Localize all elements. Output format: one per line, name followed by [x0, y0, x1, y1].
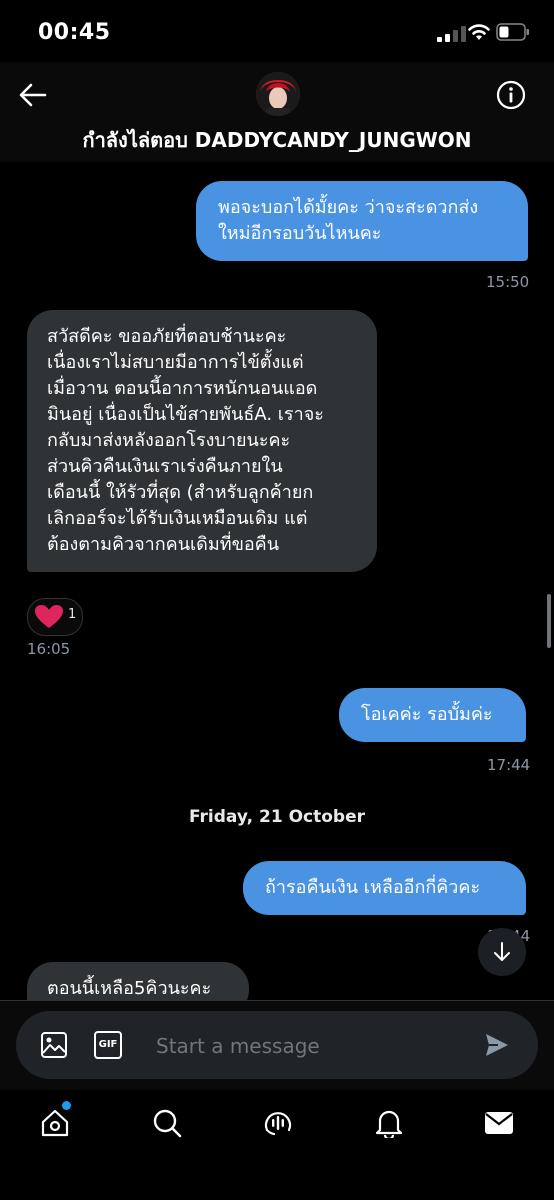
spaces-icon[interactable] [263, 1108, 293, 1138]
notification-dot [62, 1101, 71, 1110]
search-icon[interactable] [152, 1108, 182, 1138]
reaction-count: 1 [68, 607, 77, 622]
reaction-badge[interactable]: 1 [27, 598, 83, 636]
back-arrow-icon[interactable] [18, 82, 48, 108]
arrow-down-icon [494, 942, 510, 961]
composer-bar: GIF [0, 1000, 554, 1091]
message-bubble-sent[interactable]: พอจะบอกได้มั้ยคะ ว่าจะสะดวกส่ง ใหม่อีกรอ… [196, 181, 528, 261]
message-composer: GIF [16, 1011, 538, 1079]
scrollbar[interactable] [547, 594, 551, 648]
battery-icon [496, 23, 529, 41]
image-icon[interactable] [40, 1031, 68, 1059]
status-bar: 00:45 [0, 0, 554, 62]
message-timestamp: 15:50 [486, 273, 530, 291]
conversation-header: กำลังไล่ตอบ DADDYCANDY_JUNGWON [0, 62, 554, 162]
cellular-signal-icon [437, 26, 466, 42]
notifications-icon[interactable] [374, 1108, 404, 1138]
avatar[interactable] [256, 72, 300, 116]
message-input[interactable] [154, 1029, 458, 1063]
message-bubble-sent[interactable]: ถ้ารอคืนเงิน เหลืออีกกี่คิวคะ [243, 861, 526, 915]
gif-icon[interactable]: GIF [94, 1031, 122, 1059]
message-bubble-sent[interactable]: โอเคค่ะ รอบั้มค่ะ [339, 688, 526, 742]
avatar-image [256, 72, 300, 116]
send-icon[interactable] [484, 1032, 510, 1058]
message-timestamp: 16:05 [27, 640, 71, 658]
message-bubble-received[interactable]: ตอนนี้เหลือ5คิวนะคะ [27, 962, 249, 1000]
messages-icon[interactable] [484, 1108, 514, 1138]
conversation-title: กำลังไล่ตอบ DADDYCANDY_JUNGWON [82, 128, 472, 152]
status-time: 00:45 [38, 20, 111, 45]
home-icon[interactable] [40, 1108, 70, 1138]
bottom-navigation [0, 1090, 554, 1200]
message-bubble-received[interactable]: สวัสดีคะ ขออภัยที่ตอบช้านะคะ เนื่องเราไม… [27, 310, 377, 572]
info-icon[interactable] [496, 80, 526, 110]
heart-icon [35, 605, 63, 628]
message-thread: พอจะบอกได้มั้ยคะ ว่าจะสะดวกส่ง ใหม่อีกรอ… [0, 162, 554, 1000]
wifi-icon [468, 24, 490, 40]
scroll-to-bottom-button[interactable] [478, 928, 526, 976]
date-separator: Friday, 21 October [189, 807, 365, 827]
message-timestamp: 17:44 [487, 756, 531, 774]
